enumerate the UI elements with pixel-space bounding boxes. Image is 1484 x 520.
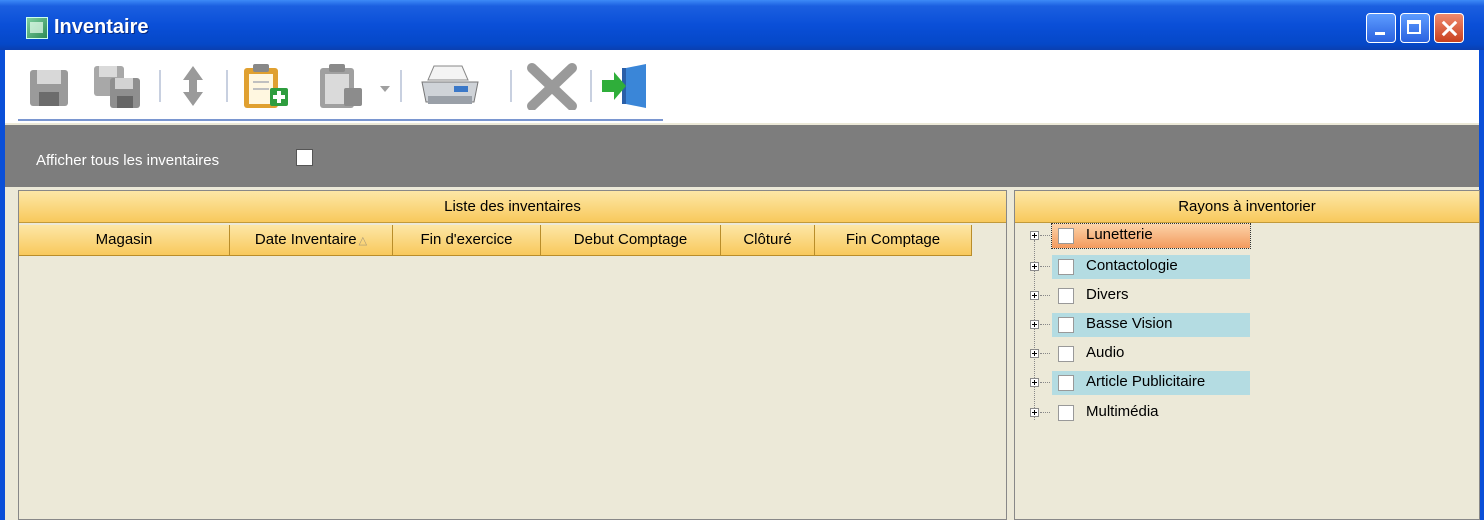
expand-icon[interactable]: [1030, 408, 1039, 417]
expand-icon[interactable]: [1030, 291, 1039, 300]
tree-item-label: Contactologie: [1086, 257, 1178, 274]
sort-ascending-icon: △: [358, 235, 368, 247]
inventories-title: Liste des inventaires: [19, 191, 1006, 223]
save-all-icon[interactable]: [92, 62, 148, 110]
expand-icon[interactable]: [1030, 349, 1039, 358]
tree-item-checkbox[interactable]: [1058, 317, 1074, 333]
tree-item-checkbox[interactable]: [1058, 405, 1074, 421]
toolbar-separator: [159, 70, 161, 102]
expand-icon[interactable]: [1030, 262, 1039, 271]
tree-item-label: Divers: [1086, 286, 1129, 303]
rayons-title: Rayons à inventorier: [1015, 191, 1479, 223]
expand-icon[interactable]: [1030, 378, 1039, 387]
delete-icon[interactable]: [524, 62, 580, 110]
tree-item-checkbox[interactable]: [1058, 259, 1074, 275]
app-icon: [26, 17, 48, 39]
window-title: Inventaire: [54, 16, 149, 38]
column-header-magasin[interactable]: Magasin: [19, 225, 230, 256]
expand-icon[interactable]: [1030, 320, 1039, 329]
filter-bar: [5, 125, 1479, 187]
tree-item-label: Basse Vision: [1086, 315, 1173, 332]
column-header-date-inventaire[interactable]: Date Inventaire △: [230, 225, 393, 256]
title-bar[interactable]: Inventaire: [0, 0, 1484, 50]
column-header-debut-comptage[interactable]: Debut Comptage: [541, 225, 721, 256]
column-header-fin-comptage[interactable]: Fin Comptage: [815, 225, 972, 256]
column-header-cloture[interactable]: Clôturé: [721, 225, 815, 256]
toolbar-separator: [400, 70, 402, 102]
tree-item-checkbox[interactable]: [1058, 228, 1074, 244]
tree-item-checkbox[interactable]: [1058, 288, 1074, 304]
toolbar-separator: [226, 70, 228, 102]
show-all-inventories-checkbox[interactable]: [296, 149, 313, 166]
tree-item-checkbox[interactable]: [1058, 375, 1074, 391]
toolbar-separator: [590, 70, 592, 102]
tree-item-label: Audio: [1086, 344, 1125, 361]
new-inventory-icon[interactable]: [240, 62, 290, 110]
column-header-fin-exercice[interactable]: Fin d'exercice: [393, 225, 541, 256]
toolbar-separator: [510, 70, 512, 102]
expand-icon[interactable]: [1030, 231, 1039, 240]
sort-arrows-icon[interactable]: [178, 62, 208, 110]
show-all-inventories-label: Afficher tous les inventaires: [36, 152, 220, 169]
exit-icon[interactable]: [600, 62, 656, 110]
tree-item-label: Multimédia: [1086, 403, 1159, 420]
tree-item-checkbox[interactable]: [1058, 346, 1074, 362]
edit-inventory-icon[interactable]: [316, 62, 366, 110]
tree-item-label: Article Publicitaire: [1086, 373, 1206, 390]
print-icon[interactable]: [418, 62, 482, 110]
toolbar-underline: [18, 119, 663, 121]
dropdown-arrow-icon[interactable]: [378, 62, 392, 110]
tree-item-label: Lunetterie: [1086, 226, 1153, 243]
maximize-button[interactable]: [1400, 13, 1430, 43]
close-button[interactable]: [1434, 13, 1464, 43]
save-icon[interactable]: [28, 62, 72, 110]
minimize-button[interactable]: [1366, 13, 1396, 43]
